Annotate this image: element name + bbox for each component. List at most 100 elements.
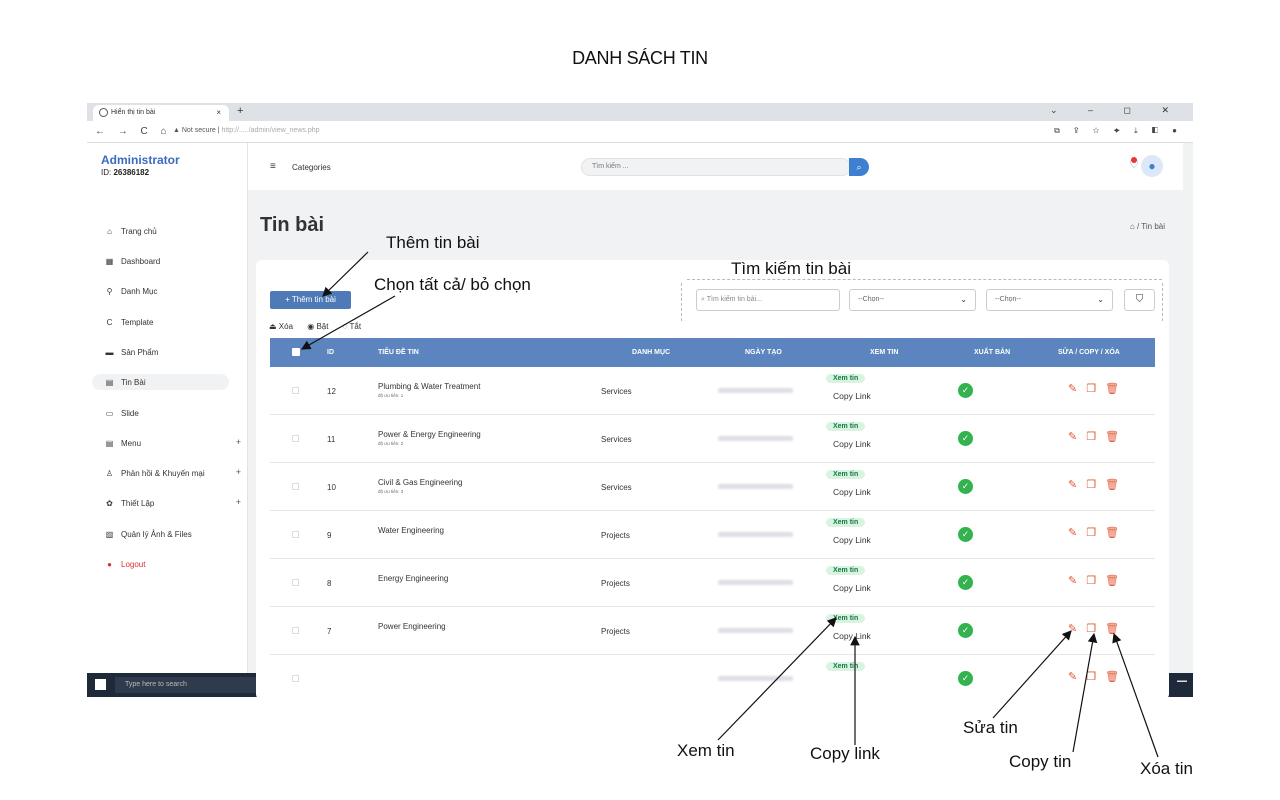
view-news-badge[interactable]: Xem tin — [826, 374, 866, 383]
view-news-badge[interactable]: Xem tin — [826, 662, 866, 671]
header-id: ID — [327, 349, 334, 356]
publish-check-icon[interactable]: ✓ — [958, 623, 973, 638]
category-select[interactable]: --Chọn-- ⌄ — [849, 289, 976, 311]
breadcrumb[interactable]: ⌂ / Tin bài — [1130, 222, 1165, 231]
delete-icon[interactable]: 🗑︎ — [1105, 383, 1128, 395]
annotation-edit: Sửa tin — [963, 718, 1018, 737]
row-checkbox[interactable] — [292, 531, 299, 538]
annotation-search: Tìm kiếm tin bài — [731, 259, 851, 278]
row-category: Services — [601, 435, 632, 444]
bulk-delete-button[interactable]: ⏏ Xóa — [269, 322, 293, 331]
delete-icon[interactable]: 🗑︎ — [1105, 623, 1128, 635]
table-row: 11 Power & Energy Engineering độ ưu tiên: … — [270, 415, 1155, 463]
copy-link-button[interactable]: Copy Link — [833, 487, 871, 497]
view-news-badge[interactable]: Xem tin — [826, 614, 866, 623]
table-row: 7 Power Engineering Projects Xem tin Copy Li… — [270, 607, 1155, 655]
publish-check-icon[interactable]: ✓ — [958, 479, 973, 494]
row-date-blurred — [718, 532, 793, 537]
publish-check-icon[interactable]: ✓ — [958, 431, 973, 446]
table-header: ID TIÊU ĐỀ TIN DANH MỤC NGÀY TẠO XEM TIN… — [270, 338, 1155, 367]
copy-icon[interactable]: ❐ — [1086, 479, 1105, 491]
copy-icon[interactable]: ❐ — [1086, 623, 1105, 635]
row-checkbox[interactable] — [292, 579, 299, 586]
delete-icon[interactable]: 🗑︎ — [1105, 431, 1128, 443]
row-title[interactable]: Plumbing & Water Treatment — [378, 382, 480, 391]
select-all-checkbox[interactable] — [292, 348, 300, 356]
row-category: Services — [601, 483, 632, 492]
edit-icon[interactable]: ✎ — [1068, 623, 1086, 635]
edit-icon[interactable]: ✎ — [1068, 575, 1086, 587]
annotation-copy: Copy tin — [1009, 752, 1072, 771]
delete-icon[interactable]: 🗑︎ — [1105, 575, 1128, 587]
row-category: Projects — [601, 531, 630, 540]
annotation-add: Thêm tin bài — [386, 233, 480, 252]
bulk-enable-button[interactable]: ◉ Bật — [307, 322, 328, 331]
row-checkbox[interactable] — [292, 627, 299, 634]
row-title[interactable]: Civil & Gas Engineering — [378, 478, 462, 487]
copy-link-button[interactable]: Copy Link — [833, 535, 871, 545]
edit-icon[interactable]: ✎ — [1068, 671, 1086, 683]
bulk-disable-button[interactable]: ◌ Tắt — [343, 322, 361, 331]
row-actions: ✎❐🗑︎ — [1068, 526, 1128, 539]
publish-check-icon[interactable]: ✓ — [958, 527, 973, 542]
row-date-blurred — [718, 676, 793, 681]
delete-icon[interactable]: 🗑︎ — [1105, 479, 1128, 491]
edit-icon[interactable]: ✎ — [1068, 431, 1086, 443]
row-title[interactable]: Power Engineering — [378, 622, 446, 631]
row-category: Projects — [601, 627, 630, 636]
app-content: Tin bài ⌂ / Tin bài + Thêm tin bài ⏏ Xóa… — [87, 103, 1193, 697]
view-news-badge[interactable]: Xem tin — [826, 566, 866, 575]
row-actions: ✎❐🗑︎ — [1068, 574, 1128, 587]
status-select[interactable]: --Chọn-- ⌄ — [986, 289, 1113, 311]
edit-icon[interactable]: ✎ — [1068, 383, 1086, 395]
header-category: DANH MỤC — [632, 349, 671, 356]
chevron-down-icon: ⌄ — [960, 295, 967, 304]
header-view: XEM TIN — [870, 349, 899, 356]
publish-check-icon[interactable]: ✓ — [958, 671, 973, 686]
edit-icon[interactable]: ✎ — [1068, 479, 1086, 491]
row-priority: độ ưu tiên: 3 — [378, 489, 404, 494]
row-checkbox[interactable] — [292, 387, 299, 394]
copy-link-button[interactable]: Copy Link — [833, 583, 871, 593]
row-id: 12 — [327, 387, 336, 396]
copy-icon[interactable]: ❐ — [1086, 527, 1105, 539]
copy-icon[interactable]: ❐ — [1086, 431, 1105, 443]
news-search-input[interactable]: ⌕ Tìm kiếm tin bài... — [696, 289, 840, 311]
row-actions: ✎❐🗑︎ — [1068, 478, 1128, 491]
chevron-down-icon: ⌄ — [1097, 295, 1104, 304]
row-checkbox[interactable] — [292, 675, 299, 682]
row-title[interactable]: Water Engineering — [378, 526, 444, 535]
annotation-view: Xem tin — [677, 741, 735, 760]
copy-icon[interactable]: ❐ — [1086, 383, 1105, 395]
row-title[interactable]: Power & Energy Engineering — [378, 430, 481, 439]
view-news-badge[interactable]: Xem tin — [826, 518, 866, 527]
filter-area-border-right — [1162, 283, 1163, 321]
annotation-copy-link: Copy link — [810, 744, 880, 763]
table-row: 9 Water Engineering Projects Xem tin Copy Li… — [270, 511, 1155, 559]
edit-icon[interactable]: ✎ — [1068, 527, 1086, 539]
table-body: 12 Plumbing & Water Treatment độ ưu tiên: … — [270, 367, 1155, 697]
delete-icon[interactable]: 🗑︎ — [1105, 527, 1128, 539]
add-news-button[interactable]: + Thêm tin bài — [270, 291, 351, 309]
row-date-blurred — [718, 484, 793, 489]
filter-icon[interactable]: ⛉ — [1124, 289, 1155, 311]
copy-link-button[interactable]: Copy Link — [833, 391, 871, 401]
row-actions: ✎❐🗑︎ — [1068, 382, 1128, 395]
copy-link-button[interactable]: Copy Link — [833, 439, 871, 449]
copy-icon[interactable]: ❐ — [1086, 575, 1105, 587]
row-title[interactable]: Energy Engineering — [378, 574, 448, 583]
publish-check-icon[interactable]: ✓ — [958, 383, 973, 398]
row-actions: ✎❐🗑︎ — [1068, 430, 1128, 443]
row-checkbox[interactable] — [292, 435, 299, 442]
annotation-delete: Xóa tin — [1140, 759, 1193, 778]
copy-link-button[interactable]: Copy Link — [833, 631, 871, 641]
delete-icon[interactable]: 🗑︎ — [1105, 671, 1128, 683]
copy-icon[interactable]: ❐ — [1086, 671, 1105, 683]
table-row: 10 Civil & Gas Engineering độ ưu tiên: 3 Se… — [270, 463, 1155, 511]
view-news-badge[interactable]: Xem tin — [826, 422, 866, 431]
row-id: 10 — [327, 483, 336, 492]
row-checkbox[interactable] — [292, 483, 299, 490]
publish-check-icon[interactable]: ✓ — [958, 575, 973, 590]
row-priority: độ ưu tiên: 2 — [378, 441, 404, 446]
view-news-badge[interactable]: Xem tin — [826, 470, 866, 479]
